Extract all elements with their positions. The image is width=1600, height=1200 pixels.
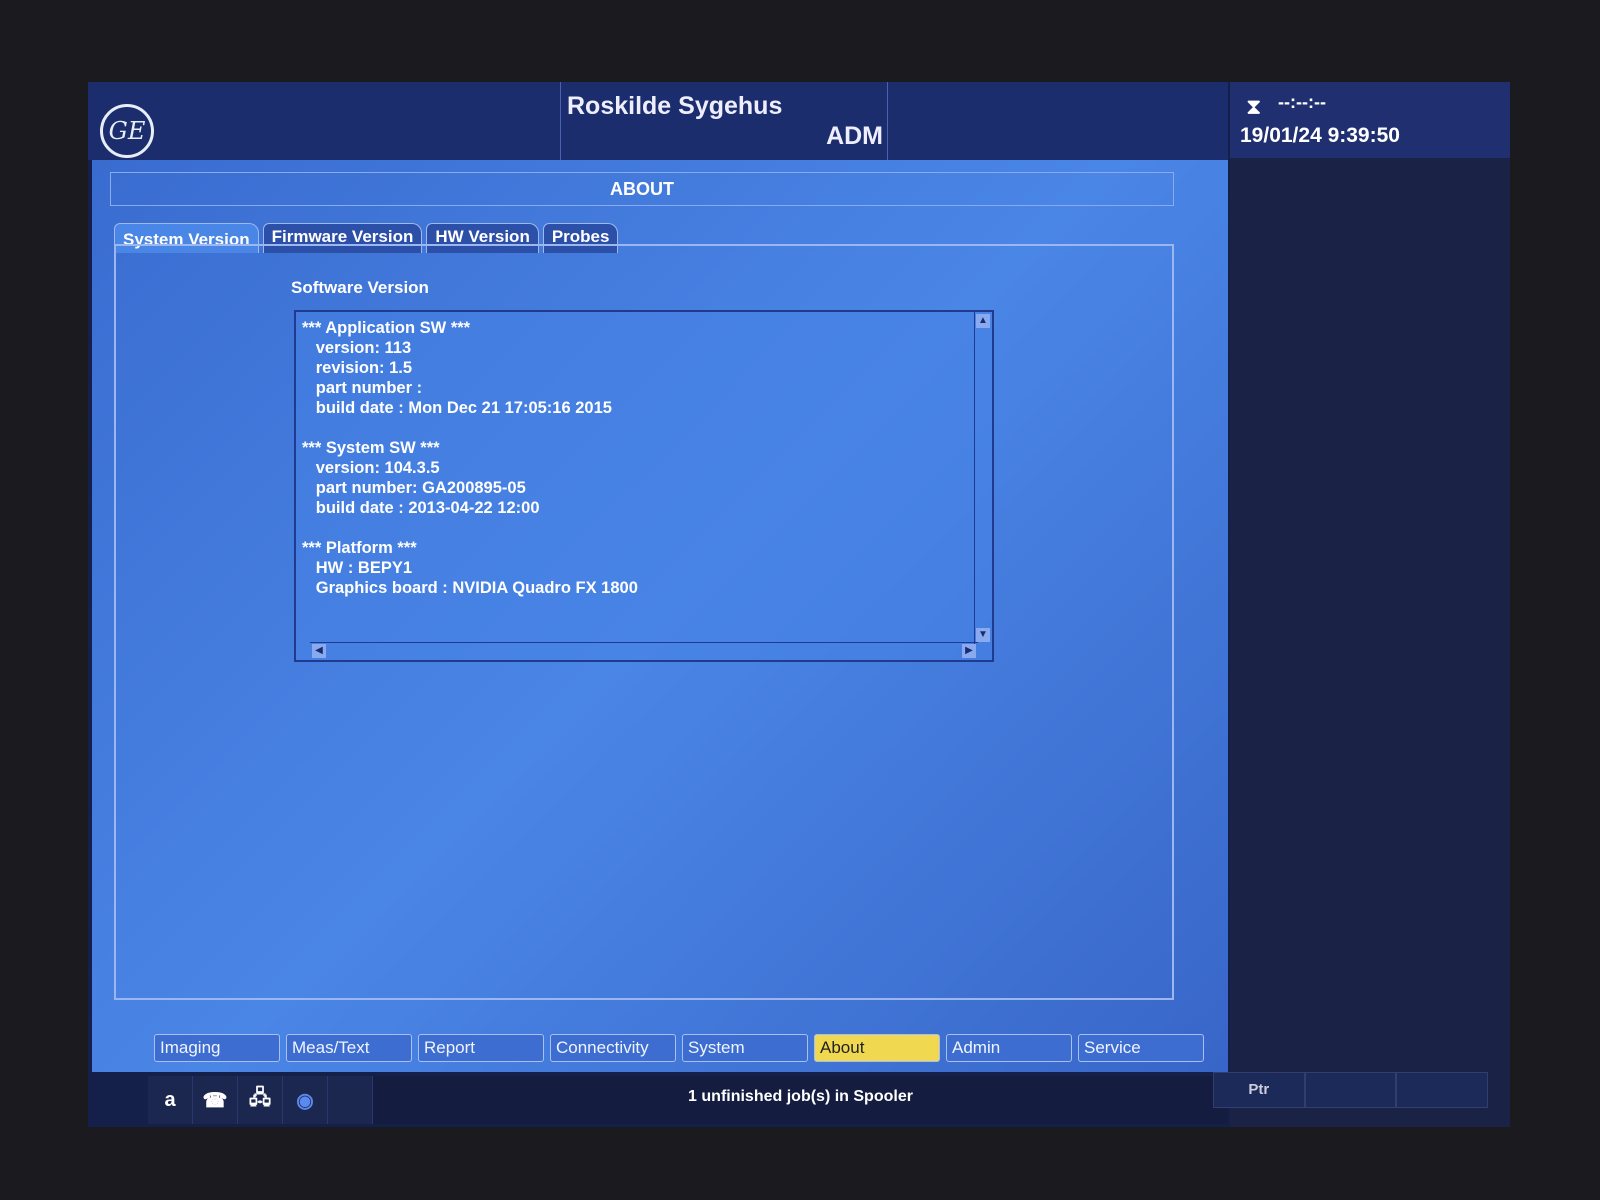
title-box: Roskilde Sygehus ADM [560, 82, 888, 160]
scroll-left-icon[interactable]: ◀ [312, 644, 326, 658]
printer-keys: Ptr [1213, 1072, 1489, 1108]
phone-icon[interactable]: ☎ [193, 1076, 238, 1124]
about-dialog: ABOUT System Version Firmware Version HW… [92, 160, 1228, 1072]
spooler-message: 1 unfinished job(s) in Spooler [688, 1088, 913, 1105]
version-line: HW : BEPY1 [302, 559, 413, 577]
version-line: version: 113 [302, 339, 412, 357]
nav-system[interactable]: System [682, 1034, 808, 1062]
timer: --:--:-- [1278, 92, 1326, 112]
version-line: build date : 2013-04-22 12:00 [302, 499, 540, 517]
nav-about[interactable]: About [814, 1034, 940, 1062]
version-line: *** Application SW *** [302, 319, 471, 337]
vertical-scrollbar[interactable]: ▲ ▼ [974, 312, 992, 644]
version-line [302, 518, 638, 538]
dialog-title: ABOUT [110, 172, 1174, 206]
keyboard-a-icon[interactable]: a [148, 1076, 193, 1124]
version-line: Graphics board : NVIDIA Quadro FX 1800 [302, 579, 638, 597]
scroll-down-icon[interactable]: ▼ [976, 628, 990, 642]
nav-report[interactable]: Report [418, 1034, 544, 1062]
version-line: *** System SW *** [302, 439, 440, 457]
version-line: version: 104.3.5 [302, 459, 440, 477]
screen: GE Roskilde Sygehus ADM ⧗ --:--:-- 19/01… [88, 82, 1510, 1127]
nav-meas-text[interactable]: Meas/Text [286, 1034, 412, 1062]
horizontal-scrollbar[interactable]: ◀ ▶ [310, 642, 978, 660]
version-text: *** Application SW *** version: 113 revi… [302, 318, 638, 598]
version-line: revision: 1.5 [302, 359, 413, 377]
section-label: Software Version [291, 278, 429, 297]
scroll-right-icon[interactable]: ▶ [962, 644, 976, 658]
version-line: build date : Mon Dec 21 17:05:16 2015 [302, 399, 612, 417]
nav-admin[interactable]: Admin [946, 1034, 1072, 1062]
version-line: part number: GA200895-05 [302, 479, 526, 497]
hospital-name: Roskilde Sygehus [567, 92, 783, 120]
nav-service[interactable]: Service [1078, 1034, 1204, 1062]
network-icon[interactable]: 🖧 [238, 1076, 283, 1124]
empty-slot [328, 1076, 373, 1124]
nav-imaging[interactable]: Imaging [154, 1034, 280, 1062]
version-textbox[interactable]: *** Application SW *** version: 113 revi… [294, 310, 994, 662]
datetime: 19/01/24 9:39:50 [1240, 124, 1400, 147]
version-line: *** Platform *** [302, 539, 417, 557]
printer-slot-3[interactable] [1396, 1072, 1489, 1108]
right-panel: ⧗ --:--:-- 19/01/24 9:39:50 [1230, 82, 1510, 1127]
version-line: part number : [302, 379, 423, 397]
nav-buttons: Imaging Meas/Text Report Connectivity Sy… [154, 1034, 1204, 1062]
printer-slot-2[interactable] [1304, 1072, 1397, 1108]
tab-content: Software Version *** Application SW *** … [114, 244, 1174, 1000]
header: GE Roskilde Sygehus ADM [88, 82, 1228, 160]
user-name: ADM [826, 122, 883, 150]
ge-logo: GE [100, 104, 154, 158]
nav-connectivity[interactable]: Connectivity [550, 1034, 676, 1062]
scroll-up-icon[interactable]: ▲ [976, 314, 990, 328]
disc-icon[interactable]: ◉ [283, 1076, 328, 1124]
hourglass-icon: ⧗ [1246, 94, 1262, 119]
status-bar: a ☎ 🖧 ◉ 1 unfinished job(s) in Spooler [148, 1076, 1228, 1124]
ptr-button[interactable]: Ptr [1213, 1072, 1305, 1108]
version-line [302, 418, 638, 438]
